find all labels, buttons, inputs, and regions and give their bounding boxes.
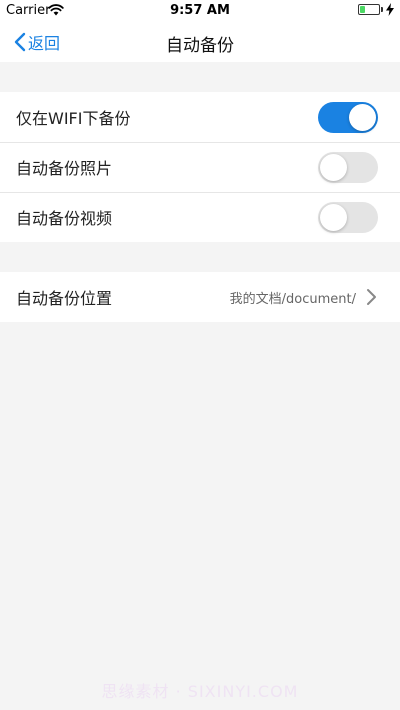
auto-photos-label: 自动备份照片: [16, 159, 113, 178]
page-title: 自动备份: [166, 36, 234, 56]
charging-bolt-icon: [386, 3, 394, 16]
app-screen: Carrier 9:57 AM 返回 自动备份 仅在WIFI下备份 自动备份照片…: [0, 0, 400, 710]
battery-level: [360, 6, 365, 13]
status-bar: Carrier 9:57 AM: [0, 0, 400, 22]
backup-location-group: 自动备份位置 我的文档/document/: [0, 272, 400, 322]
battery-cap: [381, 7, 383, 12]
backup-location-value: 我的文档/document/: [229, 291, 356, 307]
chevron-right-icon: [367, 289, 376, 305]
auto-photos-row: 自动备份照片: [0, 142, 400, 192]
auto-photos-toggle[interactable]: [318, 152, 378, 183]
toggle-knob: [320, 204, 347, 231]
watermark: 思缘素材 · SIXINYI.COM: [101, 682, 299, 701]
backup-location-row[interactable]: 自动备份位置 我的文档/document/: [0, 272, 400, 322]
toggle-knob: [320, 154, 347, 181]
auto-videos-label: 自动备份视频: [16, 209, 113, 228]
status-time: 9:57 AM: [170, 3, 230, 18]
toggle-knob: [349, 104, 376, 131]
wifi-only-row: 仅在WIFI下备份: [0, 92, 400, 142]
battery-icon: [358, 4, 380, 15]
auto-videos-toggle[interactable]: [318, 202, 378, 233]
auto-videos-row: 自动备份视频: [0, 192, 400, 242]
wifi-only-label: 仅在WIFI下备份: [16, 109, 131, 128]
backup-location-label: 自动备份位置: [16, 289, 113, 308]
nav-bar: 返回 自动备份: [0, 22, 400, 62]
backup-options-group: 仅在WIFI下备份 自动备份照片 自动备份视频: [0, 92, 400, 242]
wifi-only-toggle[interactable]: [318, 102, 378, 133]
